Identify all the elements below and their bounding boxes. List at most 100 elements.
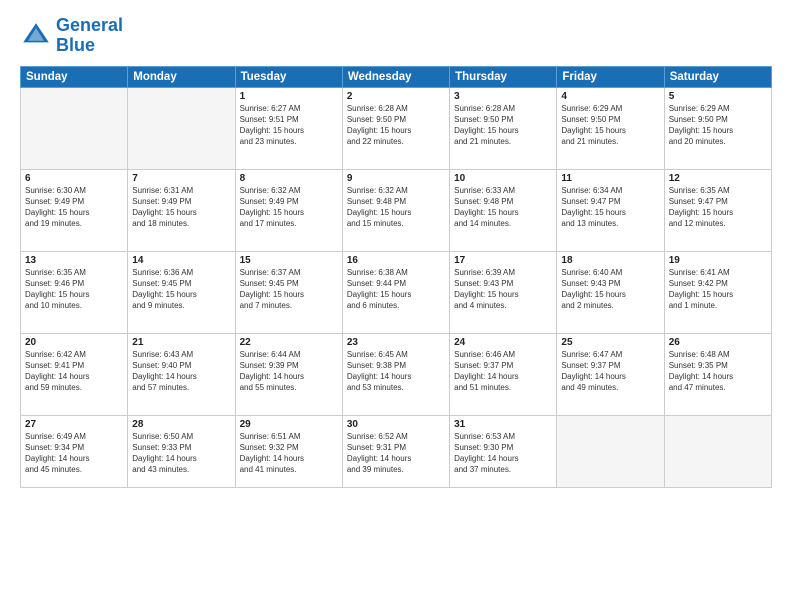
calendar-cell: 26Sunrise: 6:48 AM Sunset: 9:35 PM Dayli… [664, 333, 771, 415]
calendar-cell: 19Sunrise: 6:41 AM Sunset: 9:42 PM Dayli… [664, 251, 771, 333]
day-number: 17 [454, 255, 552, 266]
calendar-cell: 22Sunrise: 6:44 AM Sunset: 9:39 PM Dayli… [235, 333, 342, 415]
day-info: Sunrise: 6:29 AM Sunset: 9:50 PM Dayligh… [561, 103, 659, 148]
calendar-cell: 15Sunrise: 6:37 AM Sunset: 9:45 PM Dayli… [235, 251, 342, 333]
calendar-cell: 14Sunrise: 6:36 AM Sunset: 9:45 PM Dayli… [128, 251, 235, 333]
day-info: Sunrise: 6:45 AM Sunset: 9:38 PM Dayligh… [347, 349, 445, 394]
day-number: 3 [454, 91, 552, 102]
logo-icon [20, 20, 52, 52]
weekday-header-monday: Monday [128, 66, 235, 87]
day-info: Sunrise: 6:32 AM Sunset: 9:49 PM Dayligh… [240, 185, 338, 230]
calendar-cell [21, 87, 128, 169]
day-info: Sunrise: 6:27 AM Sunset: 9:51 PM Dayligh… [240, 103, 338, 148]
day-info: Sunrise: 6:48 AM Sunset: 9:35 PM Dayligh… [669, 349, 767, 394]
day-number: 5 [669, 91, 767, 102]
day-info: Sunrise: 6:50 AM Sunset: 9:33 PM Dayligh… [132, 431, 230, 476]
day-number: 24 [454, 337, 552, 348]
day-info: Sunrise: 6:42 AM Sunset: 9:41 PM Dayligh… [25, 349, 123, 394]
day-number: 30 [347, 419, 445, 430]
day-info: Sunrise: 6:44 AM Sunset: 9:39 PM Dayligh… [240, 349, 338, 394]
day-number: 13 [25, 255, 123, 266]
weekday-header-tuesday: Tuesday [235, 66, 342, 87]
day-info: Sunrise: 6:30 AM Sunset: 9:49 PM Dayligh… [25, 185, 123, 230]
calendar-cell: 29Sunrise: 6:51 AM Sunset: 9:32 PM Dayli… [235, 415, 342, 487]
day-info: Sunrise: 6:32 AM Sunset: 9:48 PM Dayligh… [347, 185, 445, 230]
calendar-cell: 12Sunrise: 6:35 AM Sunset: 9:47 PM Dayli… [664, 169, 771, 251]
calendar-cell: 7Sunrise: 6:31 AM Sunset: 9:49 PM Daylig… [128, 169, 235, 251]
day-info: Sunrise: 6:49 AM Sunset: 9:34 PM Dayligh… [25, 431, 123, 476]
calendar-cell: 9Sunrise: 6:32 AM Sunset: 9:48 PM Daylig… [342, 169, 449, 251]
day-number: 2 [347, 91, 445, 102]
header: General Blue [20, 16, 772, 56]
day-info: Sunrise: 6:46 AM Sunset: 9:37 PM Dayligh… [454, 349, 552, 394]
day-info: Sunrise: 6:38 AM Sunset: 9:44 PM Dayligh… [347, 267, 445, 312]
day-number: 19 [669, 255, 767, 266]
day-number: 14 [132, 255, 230, 266]
day-number: 23 [347, 337, 445, 348]
weekday-header-row: SundayMondayTuesdayWednesdayThursdayFrid… [21, 66, 772, 87]
day-number: 27 [25, 419, 123, 430]
day-number: 18 [561, 255, 659, 266]
day-info: Sunrise: 6:43 AM Sunset: 9:40 PM Dayligh… [132, 349, 230, 394]
calendar-cell: 13Sunrise: 6:35 AM Sunset: 9:46 PM Dayli… [21, 251, 128, 333]
day-number: 21 [132, 337, 230, 348]
day-info: Sunrise: 6:36 AM Sunset: 9:45 PM Dayligh… [132, 267, 230, 312]
calendar-cell: 10Sunrise: 6:33 AM Sunset: 9:48 PM Dayli… [450, 169, 557, 251]
day-number: 20 [25, 337, 123, 348]
calendar-cell: 17Sunrise: 6:39 AM Sunset: 9:43 PM Dayli… [450, 251, 557, 333]
day-info: Sunrise: 6:53 AM Sunset: 9:30 PM Dayligh… [454, 431, 552, 476]
day-info: Sunrise: 6:39 AM Sunset: 9:43 PM Dayligh… [454, 267, 552, 312]
day-number: 22 [240, 337, 338, 348]
day-info: Sunrise: 6:33 AM Sunset: 9:48 PM Dayligh… [454, 185, 552, 230]
day-info: Sunrise: 6:47 AM Sunset: 9:37 PM Dayligh… [561, 349, 659, 394]
day-info: Sunrise: 6:35 AM Sunset: 9:47 PM Dayligh… [669, 185, 767, 230]
calendar-cell [128, 87, 235, 169]
day-number: 9 [347, 173, 445, 184]
calendar-cell: 30Sunrise: 6:52 AM Sunset: 9:31 PM Dayli… [342, 415, 449, 487]
day-number: 11 [561, 173, 659, 184]
calendar: SundayMondayTuesdayWednesdayThursdayFrid… [20, 66, 772, 488]
week-row-1: 1Sunrise: 6:27 AM Sunset: 9:51 PM Daylig… [21, 87, 772, 169]
day-info: Sunrise: 6:28 AM Sunset: 9:50 PM Dayligh… [347, 103, 445, 148]
calendar-cell: 20Sunrise: 6:42 AM Sunset: 9:41 PM Dayli… [21, 333, 128, 415]
day-info: Sunrise: 6:40 AM Sunset: 9:43 PM Dayligh… [561, 267, 659, 312]
week-row-5: 27Sunrise: 6:49 AM Sunset: 9:34 PM Dayli… [21, 415, 772, 487]
weekday-header-sunday: Sunday [21, 66, 128, 87]
calendar-cell [664, 415, 771, 487]
day-number: 8 [240, 173, 338, 184]
calendar-cell: 6Sunrise: 6:30 AM Sunset: 9:49 PM Daylig… [21, 169, 128, 251]
calendar-cell: 24Sunrise: 6:46 AM Sunset: 9:37 PM Dayli… [450, 333, 557, 415]
day-info: Sunrise: 6:29 AM Sunset: 9:50 PM Dayligh… [669, 103, 767, 148]
weekday-header-saturday: Saturday [664, 66, 771, 87]
day-info: Sunrise: 6:51 AM Sunset: 9:32 PM Dayligh… [240, 431, 338, 476]
calendar-cell: 21Sunrise: 6:43 AM Sunset: 9:40 PM Dayli… [128, 333, 235, 415]
calendar-cell: 8Sunrise: 6:32 AM Sunset: 9:49 PM Daylig… [235, 169, 342, 251]
day-number: 1 [240, 91, 338, 102]
day-number: 10 [454, 173, 552, 184]
day-number: 31 [454, 419, 552, 430]
day-info: Sunrise: 6:35 AM Sunset: 9:46 PM Dayligh… [25, 267, 123, 312]
logo: General Blue [20, 16, 123, 56]
week-row-4: 20Sunrise: 6:42 AM Sunset: 9:41 PM Dayli… [21, 333, 772, 415]
page: General Blue SundayMondayTuesdayWednesda… [0, 0, 792, 612]
weekday-header-friday: Friday [557, 66, 664, 87]
day-number: 4 [561, 91, 659, 102]
logo-text: General Blue [56, 16, 123, 56]
day-info: Sunrise: 6:31 AM Sunset: 9:49 PM Dayligh… [132, 185, 230, 230]
weekday-header-wednesday: Wednesday [342, 66, 449, 87]
calendar-cell: 4Sunrise: 6:29 AM Sunset: 9:50 PM Daylig… [557, 87, 664, 169]
calendar-cell: 23Sunrise: 6:45 AM Sunset: 9:38 PM Dayli… [342, 333, 449, 415]
day-number: 28 [132, 419, 230, 430]
day-number: 12 [669, 173, 767, 184]
day-info: Sunrise: 6:41 AM Sunset: 9:42 PM Dayligh… [669, 267, 767, 312]
day-number: 29 [240, 419, 338, 430]
day-info: Sunrise: 6:52 AM Sunset: 9:31 PM Dayligh… [347, 431, 445, 476]
calendar-cell: 27Sunrise: 6:49 AM Sunset: 9:34 PM Dayli… [21, 415, 128, 487]
day-info: Sunrise: 6:34 AM Sunset: 9:47 PM Dayligh… [561, 185, 659, 230]
day-number: 6 [25, 173, 123, 184]
calendar-cell: 18Sunrise: 6:40 AM Sunset: 9:43 PM Dayli… [557, 251, 664, 333]
day-number: 16 [347, 255, 445, 266]
calendar-cell [557, 415, 664, 487]
week-row-2: 6Sunrise: 6:30 AM Sunset: 9:49 PM Daylig… [21, 169, 772, 251]
calendar-cell: 25Sunrise: 6:47 AM Sunset: 9:37 PM Dayli… [557, 333, 664, 415]
